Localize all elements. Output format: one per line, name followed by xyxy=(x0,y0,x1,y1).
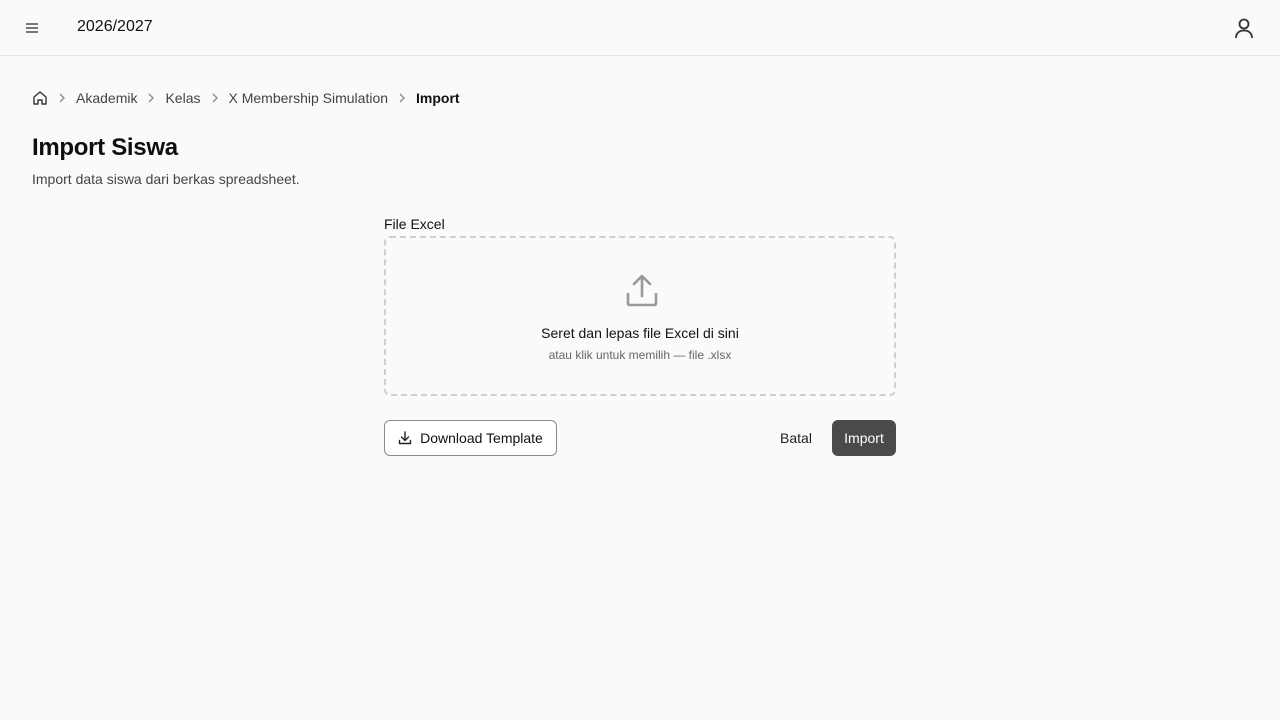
breadcrumb-akademik[interactable]: Akademik xyxy=(76,90,137,106)
page-subtitle: Import data siswa dari berkas spreadshee… xyxy=(32,171,300,187)
download-icon xyxy=(398,431,412,445)
user-icon xyxy=(1235,18,1253,39)
breadcrumb-home[interactable] xyxy=(32,90,48,106)
chevron-right-icon xyxy=(137,93,165,103)
file-dropzone[interactable]: Seret dan lepas file Excel di sini atau … xyxy=(384,236,896,396)
hamburger-menu-icon xyxy=(26,23,38,33)
dropzone-hint: atau klik untuk memilih — file .xlsx xyxy=(548,348,732,362)
breadcrumb-current: Import xyxy=(416,90,460,106)
chevron-right-icon xyxy=(48,93,76,103)
page-title: Import Siswa xyxy=(32,134,178,161)
academic-year: 2026/2027 xyxy=(77,18,153,35)
cancel-button[interactable]: Batal xyxy=(768,420,824,456)
breadcrumb: Akademik Kelas X Membership Simulation I… xyxy=(32,88,460,108)
chevron-right-icon xyxy=(201,93,229,103)
user-menu-button[interactable] xyxy=(1232,16,1256,40)
download-template-label: Download Template xyxy=(420,430,543,446)
home-icon xyxy=(33,91,47,105)
top-bar: 2026/2027 xyxy=(0,0,1280,56)
breadcrumb-kelas[interactable]: Kelas xyxy=(165,90,200,106)
breadcrumb-class-name[interactable]: X Membership Simulation xyxy=(229,90,389,106)
import-button[interactable]: Import xyxy=(832,420,896,456)
file-field-label: File Excel xyxy=(384,216,445,232)
download-template-button[interactable]: Download Template xyxy=(384,420,557,456)
menu-button[interactable] xyxy=(20,16,44,40)
chevron-right-icon xyxy=(388,93,416,103)
dropzone-title: Seret dan lepas file Excel di sini xyxy=(541,325,739,341)
upload-icon xyxy=(626,274,658,307)
